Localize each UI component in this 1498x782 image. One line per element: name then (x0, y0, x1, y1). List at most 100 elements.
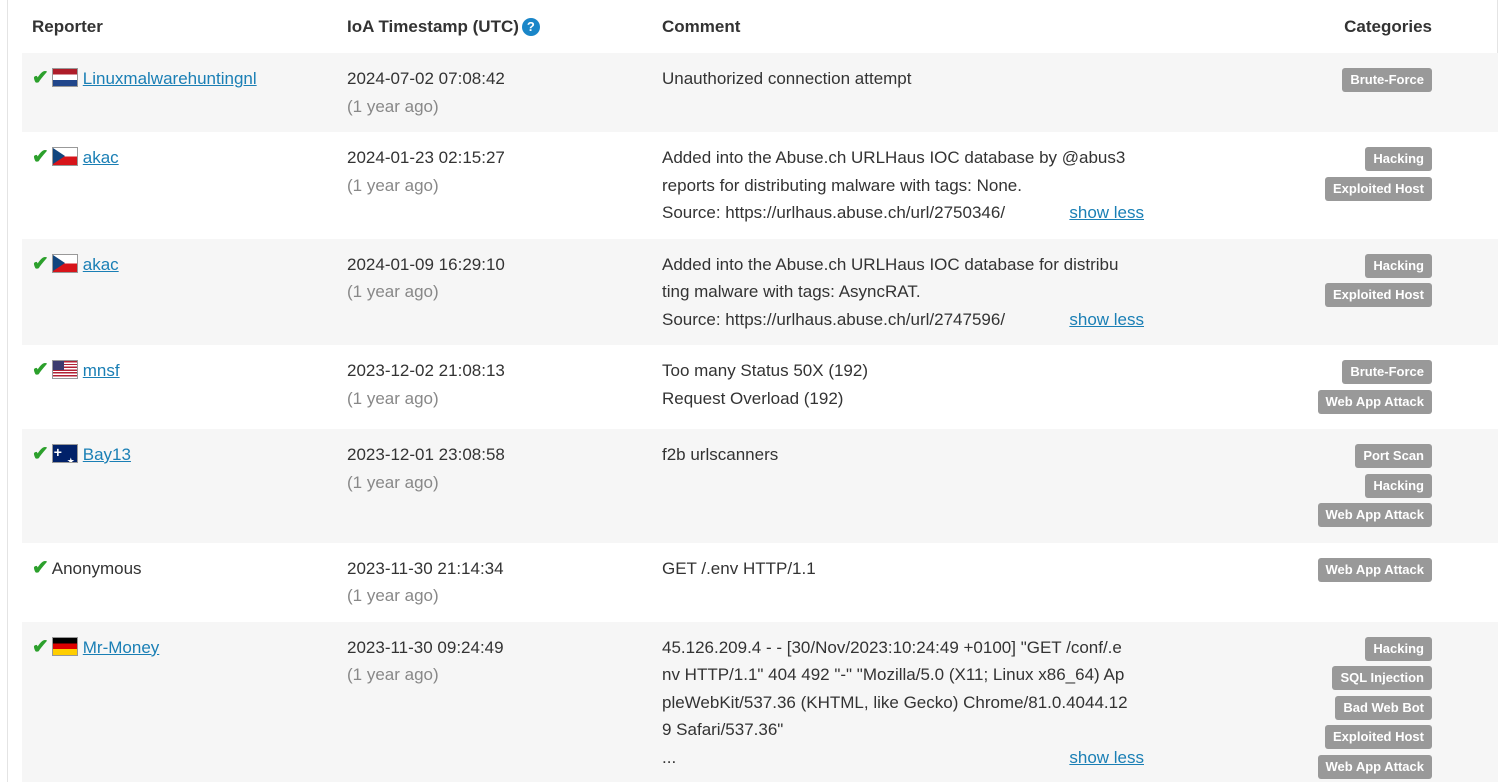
reporter-link[interactable]: mnsf (83, 361, 120, 380)
categories-cell: Web App Attack (1152, 542, 1498, 622)
comment-line: GET /.env HTTP/1.1 (662, 555, 1144, 583)
reporter-link[interactable]: Mr-Money (83, 638, 160, 657)
comment-line: 9 Safari/537.36" (662, 716, 1144, 744)
categories-cell: Brute-Force (1152, 53, 1498, 132)
timestamp-cell: 2024-07-02 07:08:42 (1 year ago) (337, 53, 652, 132)
category-badge[interactable]: Exploited Host (1324, 283, 1432, 307)
comment-column-header: Comment (662, 16, 741, 36)
category-badge[interactable]: Web App Attack (1317, 557, 1432, 582)
show-less-link[interactable]: show less (1069, 306, 1144, 334)
relative-time: (1 year ago) (347, 175, 439, 195)
comment-line: Too many Status 50X (192) (662, 357, 1144, 385)
comment-line: Added into the Abuse.ch URLHaus IOC data… (662, 251, 1144, 279)
check-icon: ✔ (32, 635, 49, 658)
check-icon: ✔ (32, 443, 49, 465)
category-badge[interactable]: Brute-Force (1342, 68, 1432, 92)
category-badge[interactable]: Hacking (1365, 253, 1432, 278)
category-badge[interactable]: Hacking (1365, 147, 1432, 171)
comment-text: Too many Status 50X (192) (662, 361, 869, 380)
comment-line: f2b urlscanners (662, 441, 1144, 469)
question-circle-icon[interactable]: ? (521, 17, 540, 36)
category-badge[interactable]: Hacking (1365, 473, 1432, 498)
reporter-cell: ✔ akac (22, 238, 337, 345)
table-row: ✔ akac 2024-01-23 02:15:27 (1 year ago) Adde… (22, 132, 1498, 239)
categories-cell: Brute-Force Web App Attack (1152, 345, 1498, 429)
timestamp-cell: 2023-12-01 23:08:58 (1 year ago) (337, 429, 652, 543)
comment-text: ... (662, 747, 677, 767)
categories-cell: Hacking SQL Injection Bad Web Bot Exploited… (1152, 621, 1498, 782)
comment-cell: GET /.env HTTP/1.1 (652, 542, 1152, 622)
relative-time: (1 year ago) (347, 96, 439, 116)
table-row: ✔ Mr-Money 2023-11-30 09:24:49 (1 year ago)… (22, 621, 1498, 782)
comment-text: nv HTTP/1.1" 404 492 "-" "Mozilla/5.0 (X… (662, 665, 1125, 684)
comment-cell: Added into the Abuse.ch URLHaus IOC data… (652, 132, 1152, 239)
comment-text: Source: https://urlhaus.abuse.ch/url/275… (662, 203, 1006, 222)
table-row: ✔ mnsf 2023-12-02 21:08:13 (1 year ago) Too … (22, 345, 1498, 429)
timestamp: 2023-12-01 23:08:58 (347, 445, 505, 464)
comment-text: Unauthorized connection attempt (662, 69, 912, 88)
comment-text: GET /.env HTTP/1.1 (662, 558, 816, 578)
categories-column-header: Categories (1344, 16, 1432, 36)
timestamp-cell: 2024-01-23 02:15:27 (1 year ago) (337, 132, 652, 239)
reporter-cell: ✔ akac (22, 132, 337, 239)
relative-time: (1 year ago) (347, 388, 439, 408)
category-badge[interactable]: Web App Attack (1317, 503, 1432, 527)
comment-text: Request Overload (192) (662, 388, 844, 408)
comment-cell: Too many Status 50X (192) Request Overloa… (652, 345, 1152, 429)
reporter-cell: ✔ Bay13 (22, 429, 337, 543)
reports-table: Reporter IoA Timestamp (UTC)? Comment Ca… (22, 0, 1498, 782)
category-badge[interactable]: Web App Attack (1317, 389, 1432, 414)
table-row: ✔ Anonymous 2023-11-30 21:14:34 (1 year ago… (22, 542, 1498, 622)
comment-line: pleWebKit/537.36 (KHTML, like Gecko) Chr… (662, 689, 1144, 717)
check-icon: ✔ (32, 359, 49, 381)
comment-line: Source: https://urlhaus.abuse.ch/url/274… (662, 306, 1144, 334)
show-less-link[interactable]: show less (1069, 744, 1144, 772)
reporter-link[interactable]: Bay13 (83, 445, 131, 464)
comment-text: Source: https://urlhaus.abuse.ch/url/274… (662, 309, 1006, 329)
comment-line: ting malware with tags: AsyncRAT. (662, 278, 1144, 306)
comment-text: f2b urlscanners (662, 445, 779, 464)
category-badge[interactable]: Bad Web Bot (1335, 695, 1432, 720)
reporter-link[interactable]: akac (83, 148, 119, 167)
comment-text: Added into the Abuse.ch URLHaus IOC data… (662, 254, 1119, 274)
category-badge[interactable]: Web App Attack (1317, 754, 1432, 779)
comment-line: reports for distributing malware with ta… (662, 172, 1144, 200)
reporter-cell: ✔ mnsf (22, 345, 337, 429)
timestamp-cell: 2023-12-02 21:08:13 (1 year ago) (337, 345, 652, 429)
timestamp: 2024-07-02 07:08:42 (347, 69, 505, 88)
reporter-link[interactable]: Linuxmalwarehuntingnl (83, 69, 257, 88)
timestamp: 2023-11-30 21:14:34 (347, 558, 504, 578)
category-badge[interactable]: Exploited Host (1324, 725, 1432, 749)
check-icon: ✔ (32, 146, 49, 168)
timestamp: 2023-12-02 21:08:13 (347, 361, 505, 380)
comment-cell: f2b urlscanners (652, 429, 1152, 543)
categories-cell: Hacking Exploited Host (1152, 132, 1498, 239)
czech-republic-flag-icon (51, 253, 78, 273)
check-icon: ✔ (32, 556, 49, 579)
category-badge[interactable]: Hacking (1365, 636, 1432, 661)
timestamp-cell: 2023-11-30 09:24:49 (1 year ago) (337, 621, 652, 782)
reporter-link[interactable]: akac (83, 255, 119, 274)
categories-cell: Hacking Exploited Host (1152, 238, 1498, 345)
comment-cell: Added into the Abuse.ch URLHaus IOC data… (652, 238, 1152, 345)
show-less-link[interactable]: show less (1069, 199, 1144, 227)
comment-text: 45.126.209.4 - - [30/Nov/2023:10:24:49 +… (662, 637, 1122, 657)
timestamp-cell: 2023-11-30 21:14:34 (1 year ago) (337, 542, 652, 622)
table-header-row: Reporter IoA Timestamp (UTC)? Comment Ca… (22, 0, 1498, 53)
category-badge[interactable]: SQL Injection (1332, 666, 1432, 690)
reporter-column-header: Reporter (32, 16, 103, 36)
category-badge[interactable]: Port Scan (1355, 444, 1432, 468)
timestamp: 2024-01-23 02:15:27 (347, 148, 505, 167)
reporter-cell: ✔ Mr-Money (22, 621, 337, 782)
comment-line: nv HTTP/1.1" 404 492 "-" "Mozilla/5.0 (X… (662, 661, 1144, 689)
comment-line: Request Overload (192) (662, 385, 1144, 413)
relative-time: (1 year ago) (347, 586, 439, 605)
comment-text: ting malware with tags: AsyncRAT. (662, 282, 921, 301)
category-badge[interactable]: Brute-Force (1342, 360, 1432, 384)
reporter-cell: ✔ Anonymous (22, 542, 337, 622)
check-icon: ✔ (32, 67, 49, 89)
categories-cell: Port Scan Hacking Web App Attack (1152, 429, 1498, 543)
category-badge[interactable]: Exploited Host (1324, 176, 1432, 201)
comment-cell: 45.126.209.4 - - [30/Nov/2023:10:24:49 +… (652, 621, 1152, 782)
netherlands-flag-icon (51, 68, 78, 87)
